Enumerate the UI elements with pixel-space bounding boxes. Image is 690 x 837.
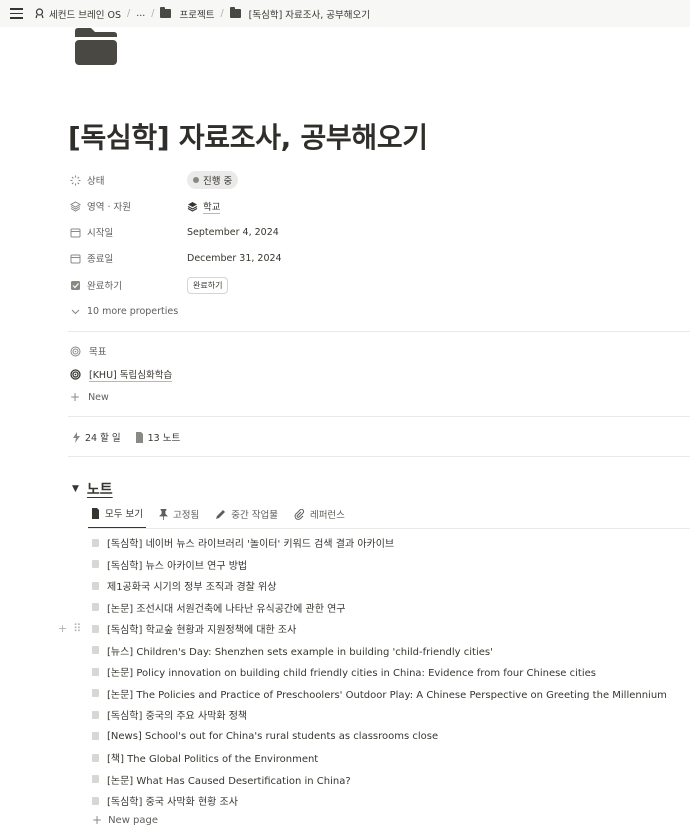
list-item[interactable]: 제1공화국 시기의 정부 조직과 경찰 위상 xyxy=(92,575,667,597)
tab-references[interactable]: 레퍼런스 xyxy=(291,503,348,529)
property-label: 완료하기 xyxy=(87,281,122,292)
notes-count[interactable]: 13 노트 xyxy=(135,430,180,444)
toggle-triangle-icon[interactable]: ▼ xyxy=(72,484,79,494)
complete-button[interactable]: 완료하기 xyxy=(187,276,229,294)
property-status[interactable]: 상태 진행 중 xyxy=(70,170,239,190)
page-icon xyxy=(92,775,99,784)
page-icon xyxy=(92,710,99,719)
document-icon xyxy=(92,507,99,519)
status-dot-icon xyxy=(193,177,199,183)
goal-item[interactable]: [KHU] 독립심화학습 xyxy=(70,367,173,382)
notes-view-tabs: 모두 보기 고정됨 중간 작업물 레퍼런스 xyxy=(88,503,348,529)
calendar-icon xyxy=(70,253,81,264)
list-item[interactable]: [뉴스] Children's Day: Shenzhen sets examp… xyxy=(92,640,667,662)
list-item[interactable]: [독심학] 중국 사막화 현황 조사 xyxy=(92,790,667,812)
list-item[interactable]: [논문] What Has Caused Desertification in … xyxy=(92,769,667,791)
pencil-icon xyxy=(216,509,226,519)
target-icon xyxy=(70,346,81,356)
divider xyxy=(68,416,690,417)
page-icon xyxy=(92,646,99,655)
list-item[interactable]: [독심학] 중국의 주요 사막화 정책 xyxy=(92,704,667,726)
tab-pinned[interactable]: 고정됨 xyxy=(156,503,202,529)
checkbox-icon xyxy=(70,280,81,291)
page-title[interactable]: [독심학] 자료조사, 공부해오기 xyxy=(68,116,428,156)
property-complete[interactable]: 완료하기 완료하기 xyxy=(70,275,229,295)
start-date-value[interactable]: September 4, 2024 xyxy=(187,227,279,238)
list-item[interactable]: [논문] 조선시대 서원건축에 나타난 유식공간에 관한 연구 xyxy=(92,597,667,619)
paperclip-icon xyxy=(294,508,305,520)
target-icon xyxy=(70,369,81,380)
end-date-value[interactable]: December 31, 2024 xyxy=(187,253,282,264)
todo-count[interactable]: 24 할 일 xyxy=(72,430,121,444)
page-icon xyxy=(92,538,99,547)
breadcrumb-separator: / xyxy=(127,8,131,19)
stack-icon xyxy=(70,200,81,212)
tab-all[interactable]: 모두 보기 xyxy=(88,503,146,529)
property-label: 시작일 xyxy=(87,228,114,239)
drag-handle-icon[interactable]: ⠿ xyxy=(73,622,81,635)
list-item[interactable]: [논문] Policy innovation on building child… xyxy=(92,661,667,683)
list-item[interactable]: [책] The Global Politics of the Environme… xyxy=(92,747,667,769)
brain-icon xyxy=(35,8,44,19)
plus-icon: + xyxy=(92,813,103,827)
page-icon xyxy=(92,732,99,741)
plus-icon: + xyxy=(70,390,81,404)
breadcrumb-separator: / xyxy=(220,8,224,19)
page-icon xyxy=(92,624,99,633)
property-label: 종료일 xyxy=(87,254,114,265)
area-link[interactable]: 학교 xyxy=(203,199,221,214)
breadcrumb-separator: / xyxy=(151,8,155,19)
chevron-down-icon xyxy=(70,306,81,317)
plus-icon[interactable]: + xyxy=(58,622,67,635)
property-label: 영역 · 자원 xyxy=(87,202,132,213)
page-icon xyxy=(92,560,99,569)
status-badge[interactable]: 진행 중 xyxy=(187,171,239,189)
list-item[interactable]: [독심학] 학교숲 현황과 지원정책에 대한 조사 xyxy=(92,618,667,640)
rollup-counts: 24 할 일 13 노트 xyxy=(72,430,180,444)
tabs-divider xyxy=(88,528,690,529)
pin-icon xyxy=(159,508,168,520)
page-icon xyxy=(92,689,99,698)
breadcrumb-current[interactable]: [독심학] 자료조사, 공부해오기 xyxy=(229,7,370,21)
more-properties[interactable]: 10 more properties xyxy=(70,301,178,321)
page-icon xyxy=(92,667,99,676)
page-icon xyxy=(92,581,99,590)
list-item[interactable]: [독심학] 네이버 뉴스 라이브러리 '놀이터' 키워드 검색 결과 아카이브 xyxy=(92,532,667,554)
page-icon xyxy=(92,753,99,762)
notes-section-header[interactable]: ▼ 노트 xyxy=(72,479,113,499)
breadcrumb-ellipsis[interactable]: ... xyxy=(136,8,145,19)
property-area[interactable]: 영역 · 자원 학교 xyxy=(70,196,221,216)
notes-list: [독심학] 네이버 뉴스 라이브러리 '놀이터' 키워드 검색 결과 아카이브 … xyxy=(92,532,667,812)
loading-icon xyxy=(70,175,81,186)
page-icon xyxy=(92,603,99,612)
property-label: 상태 xyxy=(87,176,105,187)
breadcrumb: 세컨드 브레인 OS / ... / 프로젝트 / [독심학] 자료조사, 공부… xyxy=(34,0,370,27)
property-end-date[interactable]: 종료일 December 31, 2024 xyxy=(70,248,282,268)
divider xyxy=(68,331,690,332)
breadcrumb-parent[interactable]: 프로젝트 xyxy=(160,7,214,21)
new-page-button[interactable]: + New page xyxy=(92,813,158,827)
bolt-icon xyxy=(73,431,80,443)
list-item[interactable]: [News] School's out for China's rural st… xyxy=(92,726,667,748)
calendar-icon xyxy=(70,227,81,238)
list-item[interactable]: [독심학] 뉴스 아카이브 연구 방법 xyxy=(92,554,667,576)
page-icon xyxy=(92,796,99,805)
row-hover-controls: + ⠿ xyxy=(58,622,81,635)
top-bar: 세컨드 브레인 OS / ... / 프로젝트 / [독심학] 자료조사, 공부… xyxy=(0,0,690,27)
list-item[interactable]: [논문] The Policies and Practice of Presch… xyxy=(92,683,667,705)
folder-icon xyxy=(160,7,172,18)
menu-icon[interactable] xyxy=(10,8,23,19)
goal-header: 목표 xyxy=(70,344,106,358)
folder-icon[interactable] xyxy=(75,28,117,65)
folder-icon xyxy=(229,7,241,18)
goal-new-button[interactable]: + New xyxy=(70,390,109,404)
breadcrumb-workspace[interactable]: 세컨드 브레인 OS xyxy=(34,7,121,21)
divider xyxy=(68,456,690,457)
document-icon xyxy=(135,431,143,443)
stack-icon xyxy=(187,201,198,212)
property-start-date[interactable]: 시작일 September 4, 2024 xyxy=(70,222,279,242)
tab-drafts[interactable]: 중간 작업물 xyxy=(212,503,281,529)
